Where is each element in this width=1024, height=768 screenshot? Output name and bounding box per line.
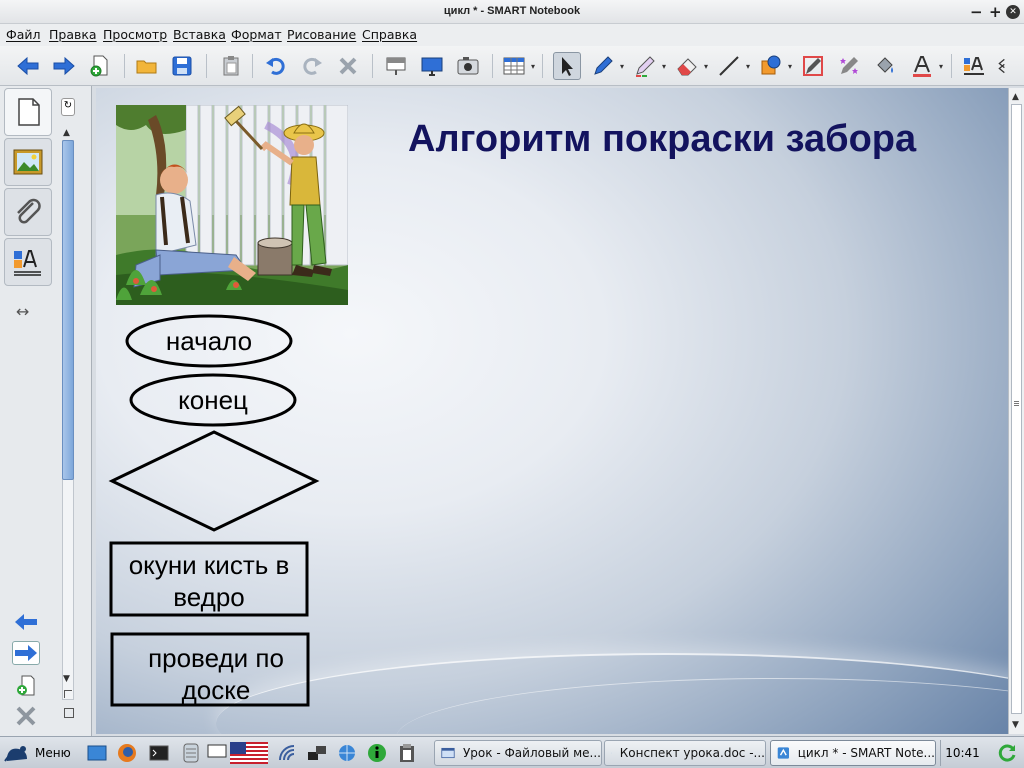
file-manager-icon[interactable] (180, 742, 202, 764)
close-button[interactable]: ✕ (1006, 5, 1020, 19)
undo-icon[interactable] (262, 52, 290, 80)
task-file-manager[interactable]: Урок - Файловый ме... (434, 740, 602, 766)
menu-help[interactable]: Справка (362, 27, 417, 42)
network-icon[interactable] (306, 742, 328, 764)
window-list-icon[interactable] (206, 742, 228, 764)
shape-icon[interactable]: ▾ (757, 52, 792, 80)
taskbar: Меню Урок - Файловый ме... Конспект урок… (0, 736, 1024, 768)
attachments-tab[interactable] (4, 188, 52, 236)
corner-marker-box (64, 708, 74, 718)
scroll-thumb[interactable] (62, 140, 74, 480)
full-screen-icon[interactable] (418, 52, 446, 80)
clipboard-icon[interactable] (396, 742, 418, 764)
canvas-scroll-down[interactable]: ▼ (1012, 720, 1019, 730)
task-document[interactable]: Конспект урока.doc -... (604, 740, 766, 766)
back-arrow-icon[interactable] (14, 52, 42, 80)
us-flag-icon[interactable] (230, 742, 268, 764)
mouse-logo-icon (4, 746, 27, 762)
eraser-icon[interactable]: ▾ (673, 52, 708, 80)
pen-icon[interactable]: ▾ (589, 52, 624, 80)
start-menu-button[interactable]: Меню (3, 740, 71, 766)
menu-label: Меню (35, 746, 71, 760)
screen-shade-icon[interactable] (382, 52, 410, 80)
globe-icon[interactable] (336, 742, 358, 764)
prev-page-icon[interactable] (12, 610, 40, 634)
gallery-icon (13, 149, 43, 175)
end-label[interactable]: конец (131, 384, 295, 416)
task-label: Конспект урока.doc -... (619, 746, 765, 760)
page-sorter-icon (18, 98, 40, 126)
shape-recognition-pen-icon[interactable] (835, 52, 863, 80)
fill-icon[interactable] (871, 52, 899, 80)
task-smart-notebook[interactable]: цикл * - SMART Note... (770, 740, 936, 766)
window-icon (441, 747, 455, 759)
magic-pen-icon[interactable] (799, 52, 827, 80)
clock[interactable]: 10:41 (940, 740, 984, 766)
forward-arrow-icon[interactable] (50, 52, 78, 80)
maximize-button[interactable]: + (989, 3, 1002, 21)
properties-icon[interactable] (960, 52, 988, 80)
menu-edit[interactable]: Правка (49, 27, 97, 42)
menu-view[interactable]: Просмотр (103, 27, 167, 42)
creative-pen-icon[interactable]: ▾ (631, 52, 666, 80)
minimize-button[interactable]: − (970, 3, 983, 21)
task-label: Урок - Файловый ме... (462, 746, 601, 760)
add-page-side-icon[interactable] (12, 674, 40, 698)
menu-insert[interactable]: Вставка (173, 27, 226, 42)
menu-bar: Файл Правка Просмотр Вставка Формат Рисо… (0, 24, 1024, 46)
side-panel: ↔ ↻ ▲ ▼ (0, 86, 92, 736)
firefox-icon[interactable] (116, 742, 138, 764)
side-scrollbar[interactable]: ↻ ▲ ▼ (60, 94, 76, 724)
toolbar-overflow-icon[interactable] (996, 52, 1016, 80)
terminal-icon[interactable] (148, 742, 170, 764)
title-bar: цикл * - SMART Notebook − + ✕ (0, 0, 1024, 24)
canvas-scroll-thumb[interactable] (1011, 104, 1022, 714)
scroll-up-arrow[interactable]: ▲ (63, 128, 70, 138)
properties-tab[interactable] (4, 238, 52, 286)
open-folder-icon[interactable] (133, 52, 161, 80)
canvas-scrollbar[interactable]: ▲ ▼ (1008, 88, 1024, 734)
gallery-tab[interactable] (4, 138, 52, 186)
page-sorter-tab[interactable] (4, 88, 52, 136)
paste-icon[interactable] (217, 52, 245, 80)
next-page-icon[interactable] (12, 641, 40, 665)
menu-draw[interactable]: Рисование (287, 27, 356, 42)
window-title: цикл * - SMART Notebook (443, 5, 581, 17)
menu-file[interactable]: Файл (6, 27, 41, 42)
properties-icon (14, 250, 41, 276)
wifi-icon[interactable] (276, 742, 298, 764)
show-desktop-icon[interactable] (86, 742, 108, 764)
select-icon[interactable] (553, 52, 581, 80)
document-icon (611, 752, 612, 754)
redo-icon[interactable] (298, 52, 326, 80)
delete-icon[interactable] (334, 52, 362, 80)
canvas-scroll-up[interactable]: ▲ (1012, 92, 1019, 102)
table-icon[interactable]: ▾ (500, 52, 535, 80)
scroll-down-arrow[interactable]: ▼ (63, 674, 70, 684)
task-label: цикл * - SMART Note... (797, 746, 935, 760)
info-icon[interactable] (366, 742, 388, 764)
toolbar: ▾ ▾ ▾ ▾ ▾ ▾ ▾ (0, 46, 1024, 86)
power-refresh-icon[interactable] (996, 742, 1018, 764)
dip-brush-label[interactable]: окуни кисть в ведро (126, 549, 292, 613)
text-icon[interactable]: ▾ (908, 52, 943, 80)
stroke-board-label[interactable]: проведи по доске (132, 642, 300, 706)
save-icon[interactable] (168, 52, 196, 80)
corner-marker-top (64, 690, 72, 698)
capture-icon[interactable] (454, 52, 482, 80)
resize-icon[interactable]: ↔ (16, 302, 29, 321)
delete-page-icon[interactable] (12, 704, 40, 728)
slide-canvas[interactable]: Алгоритм покраски забора начало конец ок… (96, 88, 1008, 734)
smart-notebook-icon (777, 747, 789, 759)
auto-hide-toggle[interactable]: ↻ (61, 98, 75, 116)
line-icon[interactable]: ▾ (715, 52, 750, 80)
decision-diamond[interactable] (108, 430, 320, 532)
start-label[interactable]: начало (127, 325, 291, 357)
menu-format[interactable]: Формат (231, 27, 282, 42)
add-page-icon[interactable] (86, 52, 114, 80)
attachments-icon (17, 198, 41, 224)
